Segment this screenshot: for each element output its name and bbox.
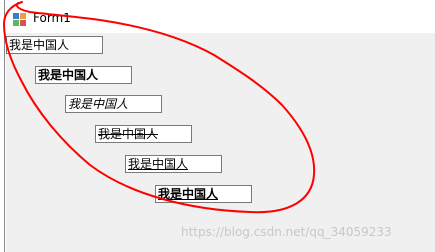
app-icon bbox=[13, 11, 26, 26]
textbox-regular[interactable]: 我是中国人 bbox=[6, 36, 103, 54]
watermark: https://blog.csdn.net/qq_34059233 bbox=[181, 225, 392, 239]
textbox-underline[interactable]: 我是中国人 bbox=[125, 155, 222, 173]
textbox-italic[interactable]: 我是中国人 bbox=[65, 95, 162, 113]
textbox-bold-underline[interactable]: 我是中国人 bbox=[155, 185, 252, 203]
window-title: Form1 bbox=[33, 11, 71, 25]
textbox-bold[interactable]: 我是中国人 bbox=[35, 66, 132, 84]
window-left-border bbox=[4, 0, 5, 252]
title-bar[interactable]: Form1 bbox=[0, 0, 435, 33]
textbox-strikeout[interactable]: 我是中国人 bbox=[95, 125, 192, 143]
